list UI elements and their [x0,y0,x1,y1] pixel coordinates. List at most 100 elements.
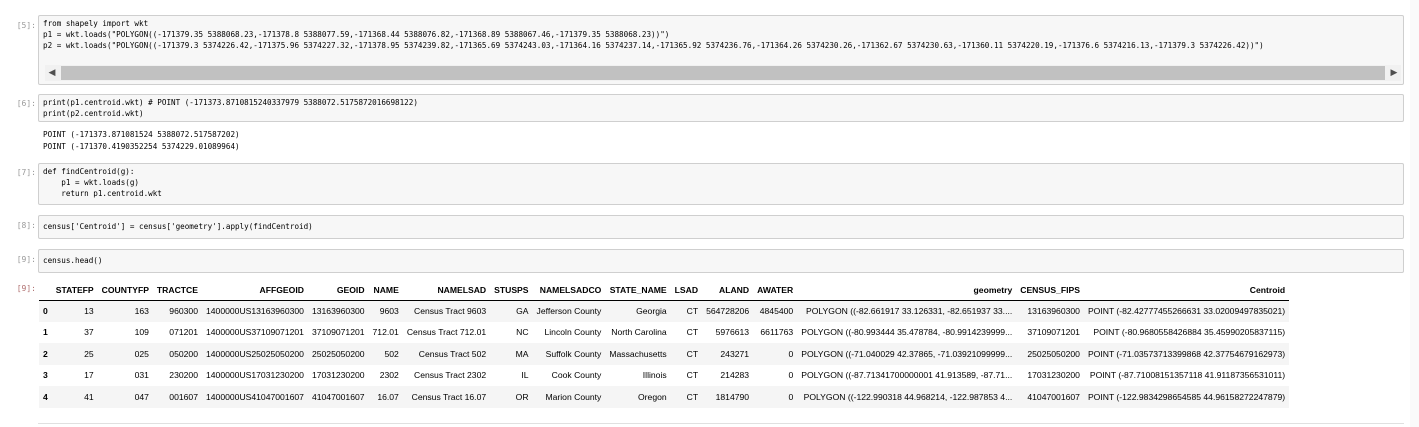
row-index: 4 [43,391,48,402]
table-cell: 6611763 [760,327,794,338]
table-cell: North Carolina [611,327,667,338]
cell-5-input[interactable]: from shapely import wkt p1 = wkt.loads("… [38,15,1404,85]
code-line: p2 = wkt.loads("POLYGON((-171379.3 53742… [43,40,1264,50]
table-cell: GA [516,306,529,316]
table-row: 1 37 109 071201 1400000US37109071201 37109071… [39,322,1289,344]
table-row: 2 25 025 050200 1400000US25025050200 25025050… [39,343,1290,365]
cell-7-prompt: [7]: [16,168,36,177]
column-header: LSAD [670,281,703,301]
code-line: from shapely import wkt [43,19,149,28]
row-index: 3 [43,370,48,381]
table-body: 0 13 163 960300 1400000US13163960300 13163960… [39,300,1290,408]
row-index: 1 [43,327,48,338]
cell-7-code[interactable]: def findCentroid(g): p1 = wkt.loads(g) r… [39,164,1403,202]
dataframe-table: STATEFP COUNTYFP TRACTCE AFFGEOID GEOID NAME N… [39,281,1290,408]
table-cell: 031 [134,370,149,381]
cell-8-prompt: [8]: [16,221,36,230]
table-cell: 214283 [720,370,750,381]
table-cell: 1400000US17031230200 [205,370,304,381]
column-header: STATEFP [51,281,98,301]
table-cell: CT [686,306,699,316]
horizontal-scrollbar[interactable]: ◀ ▶ [45,65,1401,81]
cell-6-input[interactable]: print(p1.centroid.wkt) # POINT (-171373.… [38,94,1404,122]
table-cell: CT [686,370,699,381]
cell-9-code[interactable]: census.head() [39,250,1403,270]
table-cell: Census Tract 712.01 [406,327,487,338]
scroll-left-icon[interactable]: ◀ [45,68,59,78]
cell-6-prompt: [6]: [16,99,36,108]
column-header: AWATER [753,281,798,301]
code-line: def findCentroid(g): [43,167,135,176]
table-cell: Massachusetts [609,348,667,359]
table-cell: 37109071201 [1027,327,1080,338]
table-cell: IL [521,370,529,381]
cell-9-input[interactable]: census.head() [38,249,1404,273]
table-cell: 243271 [720,348,750,359]
column-header: Centroid [1083,281,1290,301]
table-cell: Census Tract 16.07 [411,391,487,402]
table-cell: Census Tract 2302 [414,370,487,381]
row-index: 2 [43,348,48,359]
table-cell: 109 [134,327,149,338]
table-cell: 5976613 [715,327,750,338]
table-cell: 071201 [169,327,198,338]
table-cell: 1814790 [715,391,750,402]
table-cell: 4845400 [759,306,794,316]
table-cell: 41 [84,391,94,402]
table-cell: 13 [84,306,94,316]
column-header: GEOID [307,281,369,301]
table-cell: 9603 [379,306,399,316]
cell-9-prompt: [9]: [16,255,36,264]
index-header [39,281,52,301]
output-line: POINT (-171370.4190352254 5374229.010899… [43,141,240,151]
table-cell: POLYGON ((-82.661917 33.126331, -82.6519… [806,306,1013,316]
cell-bottom-border [38,423,1404,424]
table-row: 0 13 163 960300 1400000US13163960300 13163960… [39,300,1290,322]
column-header: ALAND [702,281,754,301]
cell-6-code[interactable]: print(p1.centroid.wkt) # POINT (-171373.… [39,95,1403,121]
table-cell: Census Tract 502 [418,348,487,359]
table-cell: Illinois [642,370,667,381]
table-cell: MA [515,348,529,359]
code-line: return p1.centroid.wkt [43,188,162,198]
cell-9-output-prompt: [9]: [16,284,36,293]
table-cell: CT [686,327,699,338]
column-header: NAMELSAD [402,281,491,301]
table-cell: 1400000US41047001607 [205,391,304,402]
code-line: census['Centroid'] = census['geometry'].… [43,222,313,231]
table-cell: 050200 [169,348,198,359]
table-cell: 502 [384,348,399,359]
table-cell: OR [515,391,529,402]
table-cell: POLYGON ((-122.990318 44.968214, -122.98… [803,391,1013,402]
table-cell: 2302 [379,370,399,381]
cell-8-code[interactable]: census['Centroid'] = census['geometry'].… [39,216,1403,236]
page-scrollbar[interactable] [1410,0,1419,427]
cell-8-input[interactable]: census['Centroid'] = census['geometry'].… [38,215,1404,239]
table-cell: CT [686,348,699,359]
column-header: NAME [368,281,403,301]
table-cell: 1400000US37109071201 [205,327,304,338]
cell-5-code[interactable]: from shapely import wkt p1 = wkt.loads("… [39,16,1403,54]
column-header: NAMELSADCO [532,281,606,301]
table-cell: Cook County [551,370,602,381]
table-cell: Suffolk County [545,348,602,359]
table-cell: Georgia [636,306,667,316]
scrollbar-thumb[interactable] [61,66,1385,80]
table-row: 3 17 031 230200 1400000US17031230200 17031230… [39,365,1289,387]
column-header: TRACTCE [152,281,202,301]
scroll-right-icon[interactable]: ▶ [1387,68,1401,78]
table-cell: 17 [84,370,94,381]
table-cell: 001607 [169,391,198,402]
table-cell: 41047001607 [1027,391,1080,402]
table-cell: POLYGON ((-71.040029 42.37865, -71.03921… [801,348,1013,359]
column-header: CENSUS_FIPS [1016,281,1084,301]
row-index: 0 [43,306,48,316]
table-cell: 712.01 [372,327,399,338]
code-line: print(p2.centroid.wkt) [43,108,144,118]
cell-7-input[interactable]: def findCentroid(g): p1 = wkt.loads(g) r… [38,163,1404,205]
table-cell: Jefferson County [536,306,602,316]
table-cell: POINT (-87.71008151357118 41.91187356531… [1089,370,1286,381]
table-cell: 163 [134,306,149,316]
table-cell: Lincoln County [544,327,602,338]
table-cell: CT [686,391,699,402]
